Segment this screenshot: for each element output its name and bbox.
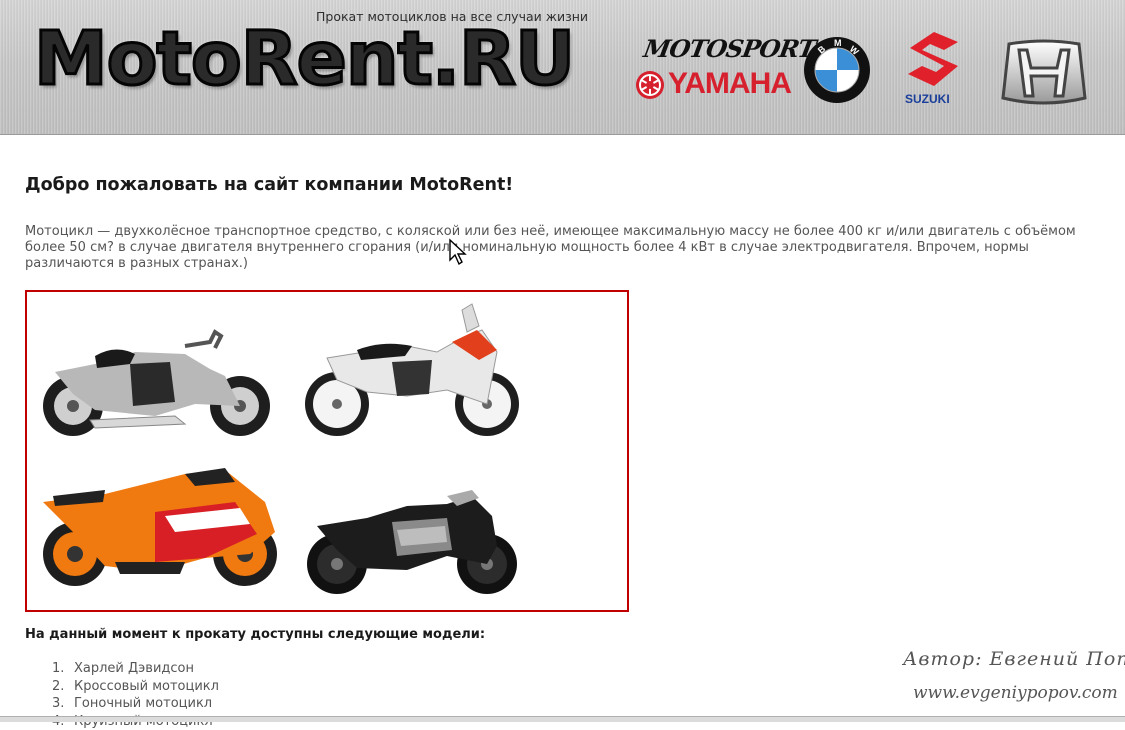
site-header: Прокат мотоциклов на все случаи жизни Mo… [0, 0, 1125, 135]
suzuki-logo[interactable]: SUZUKI [900, 30, 970, 105]
list-item: 3.Гоночный мотоцикл [52, 695, 219, 713]
intro-paragraph: Мотоцикл — двухколёсное транспортное сре… [25, 224, 1110, 272]
welcome-heading: Добро пожаловать на сайт компании MotoRe… [25, 175, 513, 195]
yamaha-logo[interactable]: MOTOSPORT YAMAHA [636, 34, 778, 104]
list-item-number: 2. [52, 678, 74, 696]
yamaha-wordmark: YAMAHA [668, 67, 791, 101]
suzuki-s-icon [900, 30, 970, 90]
yamaha-emblem-icon [636, 71, 664, 99]
author-website-link[interactable]: www.evgeniypopov.com [913, 683, 1118, 703]
models-heading: На данный момент к прокату доступны след… [25, 627, 485, 642]
list-item-number: 1. [52, 660, 74, 678]
author-signature: Автор: Евгений Попов [903, 648, 1125, 670]
list-item: 1.Харлей Дэвидсон [52, 660, 219, 678]
bmw-logo[interactable]: B M W [803, 36, 871, 104]
mouse-cursor-icon [448, 238, 468, 266]
enduro-motorcycle-image [297, 300, 527, 440]
list-item: 2.Кроссовый мотоцикл [52, 678, 219, 696]
suzuki-wordmark: SUZUKI [905, 92, 950, 106]
motosport-logo-text: MOTOSPORT [641, 34, 817, 63]
list-item-number: 3. [52, 695, 74, 713]
list-item-label: Кроссовый мотоцикл [74, 679, 219, 694]
bmw-letter-m: M [834, 38, 842, 48]
list-item-label: Гоночный мотоцикл [74, 696, 212, 711]
window-bottom-edge [0, 716, 1125, 722]
motorcycle-gallery [25, 290, 629, 612]
honda-logo[interactable] [999, 36, 1089, 110]
sport-motorcycle-image [35, 462, 285, 592]
cruiser-motorcycle-image [35, 324, 275, 442]
streetfighter-motorcycle-image [297, 486, 527, 598]
list-item-label: Харлей Дэвидсон [74, 661, 194, 676]
site-logo[interactable]: MotoRent.RU [34, 22, 574, 96]
